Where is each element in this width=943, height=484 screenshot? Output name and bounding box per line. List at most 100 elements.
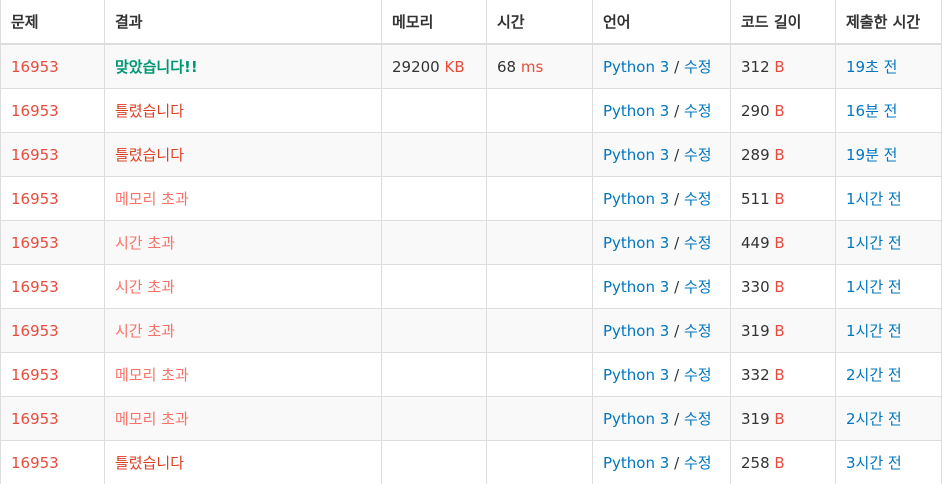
cell-time <box>486 264 593 309</box>
cell-memory <box>381 264 487 309</box>
separator: / <box>674 102 680 120</box>
submitted-time-link[interactable]: 19분 전 <box>846 146 897 164</box>
cell-result: 메모리 초과 <box>104 352 382 397</box>
result-text[interactable]: 메모리 초과 <box>115 410 189 428</box>
code-length-value: 449 <box>741 233 770 252</box>
submitted-time-link[interactable]: 2시간 전 <box>846 410 902 428</box>
cell-time <box>486 220 593 265</box>
result-text[interactable]: 맞았습니다!! <box>115 58 198 76</box>
edit-link[interactable]: 수정 <box>684 102 712 120</box>
cell-problem: 16953 <box>0 220 105 265</box>
separator: / <box>674 58 680 76</box>
header-result: 결과 <box>104 0 382 45</box>
code-length-value: 319 <box>741 321 770 340</box>
cell-code-length: 319 B <box>730 396 836 441</box>
language-link[interactable]: Python 3 <box>603 234 669 252</box>
cell-memory <box>381 88 487 133</box>
cell-problem: 16953 <box>0 396 105 441</box>
language-link[interactable]: Python 3 <box>603 322 669 340</box>
result-text[interactable]: 시간 초과 <box>115 322 175 340</box>
edit-link[interactable]: 수정 <box>684 234 712 252</box>
submitted-time-link[interactable]: 1시간 전 <box>846 322 902 340</box>
problem-link[interactable]: 16953 <box>11 322 59 340</box>
result-text[interactable]: 메모리 초과 <box>115 366 189 384</box>
edit-link[interactable]: 수정 <box>684 190 712 208</box>
language-link[interactable]: Python 3 <box>603 102 669 120</box>
cell-submitted-time: 1시간 전 <box>835 264 942 309</box>
language-link[interactable]: Python 3 <box>603 58 669 76</box>
problem-link[interactable]: 16953 <box>11 58 59 76</box>
code-length-value: 312 <box>741 57 770 76</box>
cell-code-length: 330 B <box>730 264 836 309</box>
edit-link[interactable]: 수정 <box>684 454 712 472</box>
cell-language: Python 3 / 수정 <box>592 88 731 133</box>
cell-language: Python 3 / 수정 <box>592 352 731 397</box>
table-row: 16953 시간 초과 Python 3 / 수정 319 B 1시간 전 <box>0 308 942 353</box>
problem-link[interactable]: 16953 <box>11 146 59 164</box>
cell-result: 시간 초과 <box>104 264 382 309</box>
problem-link[interactable]: 16953 <box>11 410 59 428</box>
submitted-time-link[interactable]: 1시간 전 <box>846 234 902 252</box>
language-link[interactable]: Python 3 <box>603 146 669 164</box>
edit-link[interactable]: 수정 <box>684 58 712 76</box>
code-length-value: 330 <box>741 277 770 296</box>
code-length-unit: B <box>774 453 785 472</box>
result-text[interactable]: 틀렸습니다 <box>115 146 184 164</box>
result-text[interactable]: 시간 초과 <box>115 234 175 252</box>
cell-submitted-time: 1시간 전 <box>835 176 942 221</box>
language-link[interactable]: Python 3 <box>603 410 669 428</box>
problem-link[interactable]: 16953 <box>11 190 59 208</box>
code-length-unit: B <box>774 277 785 296</box>
problem-link[interactable]: 16953 <box>11 454 59 472</box>
language-link[interactable]: Python 3 <box>603 278 669 296</box>
code-length-value: 319 <box>741 409 770 428</box>
edit-link[interactable]: 수정 <box>684 366 712 384</box>
cell-time <box>486 88 593 133</box>
submitted-time-link[interactable]: 1시간 전 <box>846 278 902 296</box>
cell-problem: 16953 <box>0 43 105 89</box>
table-row: 16953 메모리 초과 Python 3 / 수정 332 B 2시간 전 <box>0 352 942 397</box>
cell-problem: 16953 <box>0 440 105 484</box>
code-length-unit: B <box>774 321 785 340</box>
cell-problem: 16953 <box>0 132 105 177</box>
result-text[interactable]: 틀렸습니다 <box>115 454 184 472</box>
table-header-row: 문제 결과 메모리 시간 언어 코드 길이 제출한 시간 <box>0 0 942 45</box>
submitted-time-link[interactable]: 16분 전 <box>846 102 897 120</box>
submitted-time-link[interactable]: 19초 전 <box>846 58 897 76</box>
result-text[interactable]: 메모리 초과 <box>115 190 189 208</box>
cell-code-length: 319 B <box>730 308 836 353</box>
language-link[interactable]: Python 3 <box>603 190 669 208</box>
language-link[interactable]: Python 3 <box>603 366 669 384</box>
edit-link[interactable]: 수정 <box>684 146 712 164</box>
submitted-time-link[interactable]: 2시간 전 <box>846 366 902 384</box>
code-length-value: 289 <box>741 145 770 164</box>
problem-link[interactable]: 16953 <box>11 234 59 252</box>
submitted-time-link[interactable]: 3시간 전 <box>846 454 902 472</box>
cell-submitted-time: 2시간 전 <box>835 396 942 441</box>
cell-language: Python 3 / 수정 <box>592 440 731 484</box>
language-link[interactable]: Python 3 <box>603 454 669 472</box>
code-length-unit: B <box>774 57 785 76</box>
problem-link[interactable]: 16953 <box>11 278 59 296</box>
code-length-unit: B <box>774 101 785 120</box>
cell-result: 메모리 초과 <box>104 176 382 221</box>
edit-link[interactable]: 수정 <box>684 278 712 296</box>
edit-link[interactable]: 수정 <box>684 410 712 428</box>
cell-language: Python 3 / 수정 <box>592 264 731 309</box>
cell-result: 시간 초과 <box>104 308 382 353</box>
result-text[interactable]: 시간 초과 <box>115 278 175 296</box>
result-text[interactable]: 틀렸습니다 <box>115 102 184 120</box>
separator: / <box>674 278 680 296</box>
problem-link[interactable]: 16953 <box>11 102 59 120</box>
code-length-unit: B <box>774 189 785 208</box>
problem-link[interactable]: 16953 <box>11 366 59 384</box>
separator: / <box>674 234 680 252</box>
submitted-time-link[interactable]: 1시간 전 <box>846 190 902 208</box>
cell-code-length: 290 B <box>730 88 836 133</box>
cell-time <box>486 440 593 484</box>
edit-link[interactable]: 수정 <box>684 322 712 340</box>
separator: / <box>674 410 680 428</box>
cell-problem: 16953 <box>0 176 105 221</box>
code-length-unit: B <box>774 233 785 252</box>
cell-language: Python 3 / 수정 <box>592 396 731 441</box>
